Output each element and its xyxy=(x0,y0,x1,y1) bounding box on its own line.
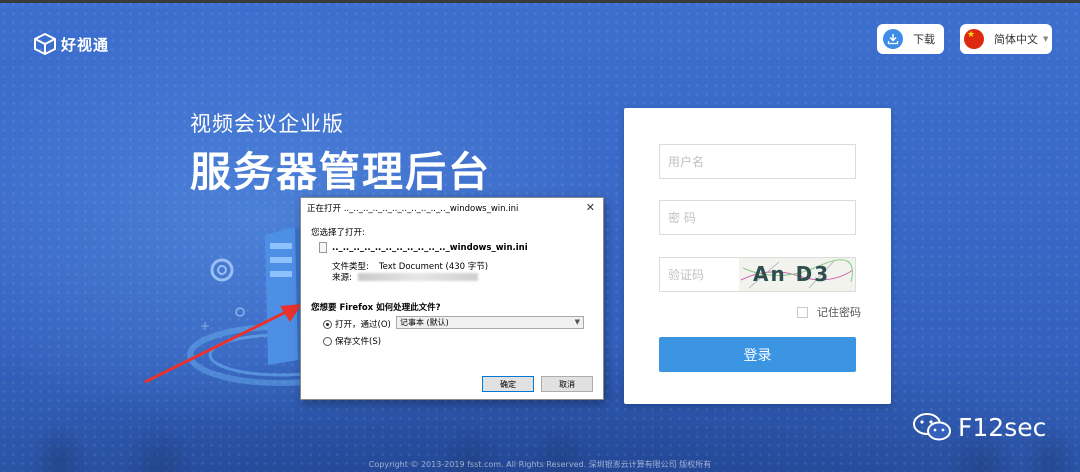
cube-logo-icon xyxy=(34,33,56,55)
application-select-value: 记事本 (默认) xyxy=(400,318,449,327)
remember-label: 记住密码 xyxy=(817,306,861,319)
remember-password[interactable]: 记住密码 xyxy=(797,304,861,320)
file-name: .._.._.._.._.._.._.._.._.._.._.._windows… xyxy=(332,243,528,253)
login-button[interactable]: 登录 xyxy=(659,337,856,372)
file-open-dialog: 正在打开 .._.._.._.._.._.._.._.._.._.._.._wi… xyxy=(300,197,604,400)
source-value-redacted xyxy=(357,273,478,281)
source-row: 来源: xyxy=(332,271,478,283)
watermark: F12sec xyxy=(912,412,1046,442)
application-select[interactable]: 记事本 (默认) ▼ xyxy=(396,316,584,329)
watermark-text: F12sec xyxy=(958,412,1047,442)
captcha-text: An D3 xyxy=(753,262,831,286)
save-file-radio[interactable] xyxy=(323,336,332,346)
open-with-label: 打开，通过(O) xyxy=(335,320,391,330)
save-file-label: 保存文件(S) xyxy=(335,337,382,347)
wechat-icon xyxy=(913,413,951,441)
login-panel: An D3 记住密码 登录 xyxy=(624,108,891,404)
open-with-option[interactable]: 打开，通过(O) xyxy=(323,318,391,330)
username-input[interactable] xyxy=(659,144,856,179)
red-annotation-arrow xyxy=(144,304,302,384)
close-icon[interactable]: ✕ xyxy=(586,201,595,214)
dialog-title: 正在打开 .._.._.._.._.._.._.._.._.._.._.._wi… xyxy=(307,204,519,214)
brand-name: 好视通 xyxy=(61,35,110,54)
captcha-image[interactable]: An D3 xyxy=(739,258,855,291)
ok-button[interactable]: 确定 xyxy=(482,376,534,392)
dialog-titlebar[interactable]: 正在打开 .._.._.._.._.._.._.._.._.._.._.._wi… xyxy=(301,198,603,218)
cancel-button[interactable]: 取消 xyxy=(541,376,593,392)
open-with-radio[interactable] xyxy=(323,319,332,329)
footer-copyright: Copyright © 2013-2019 fsst.com. All Righ… xyxy=(368,460,712,469)
handling-question: 您想要 Firefox 如何处理此文件? xyxy=(311,303,441,313)
chevron-down-icon: ▼ xyxy=(1043,35,1049,43)
hero-title: 服务器管理后台 xyxy=(190,148,491,196)
download-label: 下载 xyxy=(913,33,935,46)
download-button[interactable]: 下载 xyxy=(877,24,944,54)
file-icon xyxy=(319,242,327,253)
source-label: 来源: xyxy=(332,273,352,283)
browser-top-edge xyxy=(0,0,1080,3)
download-icon xyxy=(883,29,903,49)
hero-subtitle: 视频会议企业版 xyxy=(190,112,344,136)
china-flag-icon: ★ xyxy=(964,29,984,49)
save-file-option[interactable]: 保存文件(S) xyxy=(323,335,381,347)
selected-label: 您选择了打开: xyxy=(311,228,365,238)
language-selector[interactable]: ★ 简体中文 ▼ xyxy=(960,24,1052,54)
password-input[interactable] xyxy=(659,200,856,235)
language-label: 简体中文 xyxy=(994,33,1038,46)
remember-checkbox[interactable] xyxy=(797,306,808,318)
brand-logo: 好视通 xyxy=(34,33,109,55)
chevron-down-icon: ▼ xyxy=(574,318,580,326)
